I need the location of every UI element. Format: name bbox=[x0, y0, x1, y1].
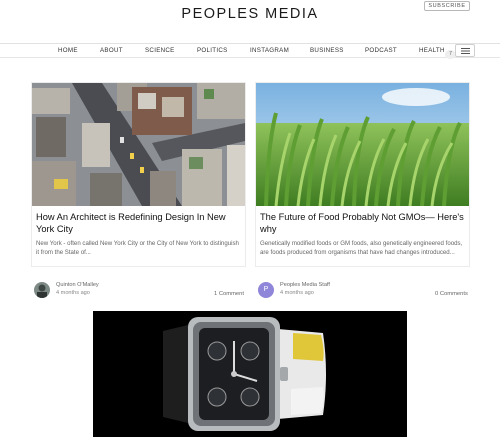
author-name[interactable]: Quinton O'Malley bbox=[56, 282, 99, 288]
nav-item-politics[interactable]: POLITICS bbox=[197, 47, 228, 54]
article-byline: Quinton O'Malley 4 months ago bbox=[34, 282, 234, 298]
nav-item-health[interactable]: HEALTH bbox=[419, 47, 445, 54]
avatar[interactable]: P bbox=[258, 282, 274, 298]
menu-button[interactable] bbox=[455, 44, 475, 57]
wristwatch-image bbox=[93, 311, 407, 437]
nav-item-science[interactable]: SCIENCE bbox=[145, 47, 175, 54]
article-byline: P Peoples Media Staff 4 months ago bbox=[258, 282, 458, 298]
article-card[interactable]: How An Architect is Redefining Design In… bbox=[32, 83, 245, 266]
author-photo bbox=[34, 282, 50, 298]
avatar[interactable] bbox=[34, 282, 50, 298]
article-excerpt: Genetically modified foods or GM foods, … bbox=[260, 240, 463, 256]
article-title[interactable]: How An Architect is Redefining Design In… bbox=[36, 211, 241, 235]
main-nav: HOME ABOUT SCIENCE POLITICS INSTAGRAM BU… bbox=[0, 44, 500, 58]
wheat-field-image bbox=[256, 83, 469, 206]
article-excerpt: New York - often called New York City or… bbox=[36, 240, 239, 256]
article-title[interactable]: The Future of Food Probably Not GMOs— He… bbox=[260, 211, 465, 235]
post-date: 4 months ago bbox=[280, 290, 314, 296]
article-thumbnail[interactable] bbox=[256, 83, 469, 206]
advertisement-banner[interactable] bbox=[93, 311, 407, 437]
subscribe-button[interactable]: SUBSCRIBE bbox=[424, 1, 470, 11]
comments-link[interactable]: 0 Comments bbox=[435, 291, 468, 297]
post-date: 4 months ago bbox=[56, 290, 90, 296]
comments-link[interactable]: 1 Comment bbox=[214, 291, 244, 297]
nav-item-home[interactable]: HOME bbox=[58, 47, 78, 54]
nav-item-instagram[interactable]: INSTAGRAM bbox=[250, 47, 289, 54]
author-name[interactable]: Peoples Media Staff bbox=[280, 282, 330, 288]
article-thumbnail[interactable] bbox=[32, 83, 245, 206]
nav-item-about[interactable]: ABOUT bbox=[100, 47, 123, 54]
aerial-city-image bbox=[32, 83, 245, 206]
nav-item-podcast[interactable]: PODCAST bbox=[365, 47, 397, 54]
nav-item-business[interactable]: BUSINESS bbox=[310, 47, 344, 54]
site-header: PEOPLES MEDIA SUBSCRIBE bbox=[0, 0, 500, 44]
hamburger-icon bbox=[461, 48, 470, 54]
article-card[interactable]: The Future of Food Probably Not GMOs— He… bbox=[256, 83, 469, 266]
